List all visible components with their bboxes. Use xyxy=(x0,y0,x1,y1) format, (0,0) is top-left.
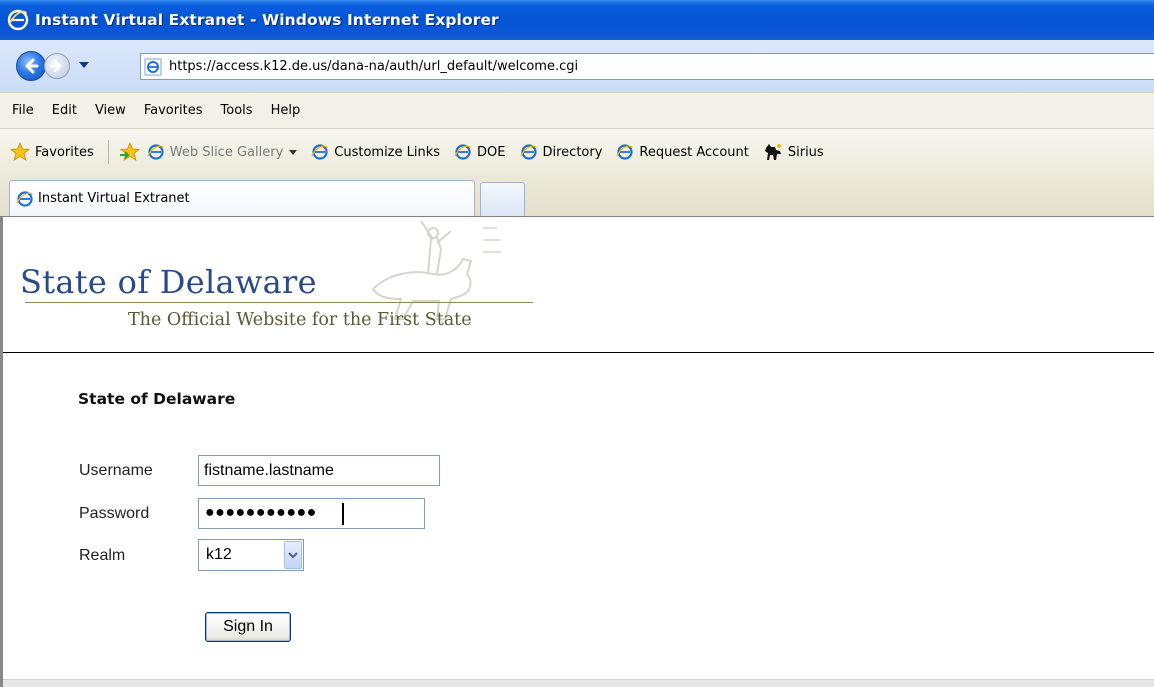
favorites-bar: Favorites Web Slice Gallery Customize Li… xyxy=(0,129,1154,175)
ie-page-icon xyxy=(454,144,471,160)
username-label: Username xyxy=(79,462,153,479)
chevron-down-icon xyxy=(289,149,298,155)
add-favorite-star-icon xyxy=(119,142,140,161)
arrow-right-icon xyxy=(49,59,62,73)
ie-page-icon xyxy=(519,144,537,160)
chevron-down-icon xyxy=(288,552,298,559)
menu-favorites[interactable]: Favorites xyxy=(144,103,203,118)
site-subtitle: The Official Website for the First State xyxy=(128,310,472,330)
page-bottom-edge xyxy=(3,679,1154,687)
fav-label: Request Account xyxy=(639,144,749,160)
login-heading: State of Delaware xyxy=(78,390,236,408)
back-button[interactable] xyxy=(16,51,46,81)
tab-strip: Instant Virtual Extranet xyxy=(0,175,1154,216)
realm-label: Realm xyxy=(79,547,126,564)
site-title: State of Delaware xyxy=(20,263,317,301)
ie-page-icon xyxy=(616,144,634,160)
text-caret xyxy=(342,503,344,525)
site-banner: State of Delaware The Official Website f… xyxy=(3,217,1154,353)
password-label: Password xyxy=(79,505,150,522)
horse-rider-seal-icon xyxy=(371,220,501,320)
ie-page-icon xyxy=(144,58,162,75)
menu-file[interactable]: File xyxy=(12,103,34,118)
forward-button[interactable] xyxy=(44,53,70,79)
fav-request-account[interactable]: Request Account xyxy=(616,143,749,161)
realm-selected-value: k12 xyxy=(206,546,232,563)
fav-customize-links[interactable]: Customize Links xyxy=(311,143,440,161)
password-mask: ●●●●●●●●●●● xyxy=(205,504,317,521)
fav-label: Sirius xyxy=(787,144,824,160)
ie-page-icon xyxy=(147,144,164,160)
favorites-label: Favorites xyxy=(35,144,94,160)
ie-page-icon xyxy=(311,144,328,160)
fav-label: Customize Links xyxy=(334,144,441,160)
site-title-underline xyxy=(25,302,533,303)
favorites-separator xyxy=(107,140,109,164)
fav-label: DOE xyxy=(477,144,506,160)
password-input[interactable]: ●●●●●●●●●●● xyxy=(198,498,425,529)
internet-explorer-icon xyxy=(7,9,29,31)
fav-label: Web Slice Gallery xyxy=(169,144,284,160)
fav-web-slice-gallery[interactable]: Web Slice Gallery xyxy=(147,143,298,161)
arrow-left-icon xyxy=(25,58,39,74)
tab-instant-virtual-extranet[interactable]: Instant Virtual Extranet xyxy=(9,180,475,216)
add-to-favorites-bar-button[interactable] xyxy=(119,142,141,162)
favorites-button[interactable]: Favorites xyxy=(10,142,94,162)
menu-help[interactable]: Help xyxy=(271,103,301,118)
menu-tools[interactable]: Tools xyxy=(221,103,253,118)
sign-in-button[interactable]: Sign In xyxy=(205,612,291,642)
recent-pages-dropdown[interactable] xyxy=(79,62,89,68)
fav-directory[interactable]: Directory xyxy=(519,143,603,161)
navigation-bar: https://access.k12.de.us/dana-na/auth/ur… xyxy=(0,40,1154,92)
menu-bar: File Edit View Favorites Tools Help xyxy=(0,92,1154,129)
fav-doe[interactable]: DOE xyxy=(454,143,506,161)
username-input[interactable] xyxy=(198,455,440,486)
fav-sirius[interactable]: Sirius xyxy=(763,142,824,162)
realm-dropdown-button[interactable] xyxy=(284,541,302,569)
dog-icon xyxy=(764,144,781,160)
menu-edit[interactable]: Edit xyxy=(52,103,77,118)
star-icon xyxy=(10,142,30,161)
realm-select[interactable]: k12 xyxy=(198,539,304,571)
page-content: State of Delaware The Official Website f… xyxy=(0,216,1154,687)
window-title: Instant Virtual Extranet - Windows Inter… xyxy=(35,11,499,29)
tab-label: Instant Virtual Extranet xyxy=(38,191,190,206)
menu-view[interactable]: View xyxy=(95,103,126,118)
new-tab-button[interactable] xyxy=(480,182,525,216)
fav-label: Directory xyxy=(542,144,603,160)
address-url: https://access.k12.de.us/dana-na/auth/ur… xyxy=(169,59,579,74)
ie-page-icon xyxy=(16,190,33,207)
address-input[interactable]: https://access.k12.de.us/dana-na/auth/ur… xyxy=(140,53,1154,80)
window-titlebar[interactable]: Instant Virtual Extranet - Windows Inter… xyxy=(0,0,1154,40)
